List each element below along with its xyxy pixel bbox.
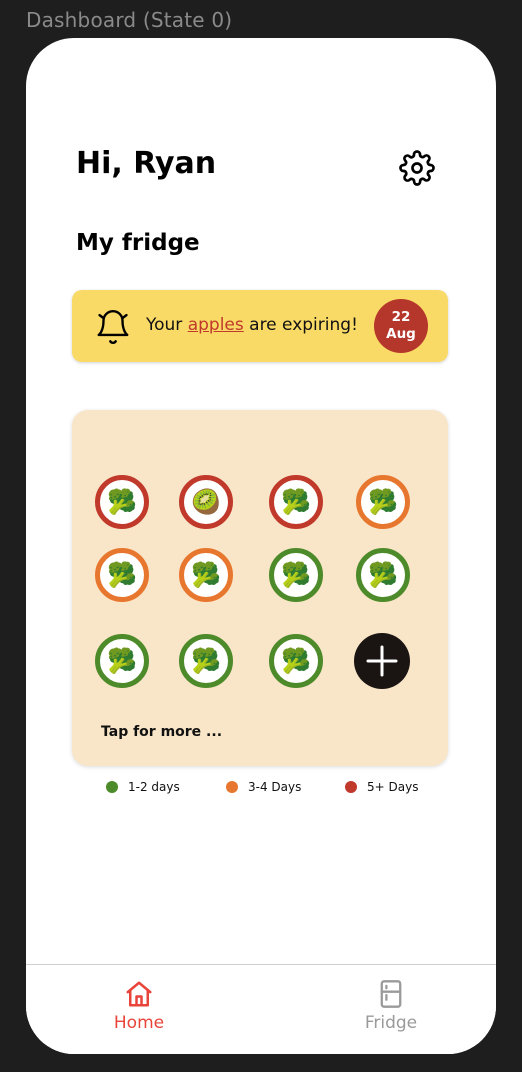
tab-fridge-label: Fridge	[364, 1013, 418, 1033]
date-day: 22	[391, 309, 411, 325]
alert-prefix: Your	[146, 315, 188, 335]
food-emoji: 🥦	[107, 488, 137, 516]
section-title: My fridge	[76, 230, 200, 256]
food-emoji: 🥦	[368, 488, 398, 516]
food-emoji: 🥦	[368, 561, 398, 589]
bottom-tab-bar: Home Fridge	[26, 964, 496, 1054]
bell-icon	[97, 309, 129, 344]
food-item[interactable]: 🥦	[269, 475, 323, 529]
home-icon	[126, 981, 152, 1007]
legend-dot	[345, 781, 357, 793]
greeting-title: Hi, Ryan	[76, 146, 217, 181]
food-emoji: 🥦	[191, 647, 221, 675]
food-emoji: 🥦	[281, 647, 311, 675]
alert-item-link[interactable]: apples	[188, 315, 244, 335]
food-item[interactable]: 🥦	[95, 475, 149, 529]
frame-label: Dashboard (State 0)	[26, 8, 233, 32]
food-item[interactable]: 🥦	[179, 634, 233, 688]
legend-dot	[226, 781, 238, 793]
tab-home[interactable]: Home	[79, 979, 199, 1033]
legend-item-1-2-days: 1-2 days	[106, 780, 180, 794]
legend: 1-2 days 3-4 Days 5+ Days	[26, 780, 496, 800]
fridge-card[interactable]: 🥦 🥝 🥦 🥦 🥦 🥦 🥦 🥦 🥦 🥦 🥦 Tap for more ...	[72, 410, 448, 766]
tab-home-label: Home	[113, 1013, 165, 1033]
date-badge: 22 Aug	[374, 299, 428, 353]
food-emoji: 🥦	[191, 561, 221, 589]
food-item[interactable]: 🥦	[179, 548, 233, 602]
tab-fridge[interactable]: Fridge	[331, 979, 451, 1033]
legend-item-5-plus-days: 5+ Days	[345, 780, 418, 794]
food-item[interactable]: 🥦	[95, 634, 149, 688]
food-item[interactable]: 🥦	[356, 548, 410, 602]
food-emoji: 🥦	[107, 561, 137, 589]
food-item[interactable]: 🥦	[95, 548, 149, 602]
date-month: Aug	[386, 326, 416, 342]
settings-button[interactable]	[397, 148, 437, 188]
legend-label: 3-4 Days	[248, 780, 302, 794]
gear-icon	[399, 150, 435, 186]
food-emoji: 🥦	[281, 488, 311, 516]
tap-for-more-link[interactable]: Tap for more ...	[101, 724, 222, 740]
plus-icon	[366, 645, 398, 677]
legend-dot	[106, 781, 118, 793]
legend-item-3-4-days: 3-4 Days	[226, 780, 301, 794]
food-item[interactable]: 🥦	[269, 634, 323, 688]
food-emoji: 🥦	[107, 647, 137, 675]
phone-screen: Hi, Ryan My fridge Your apples are expir…	[26, 38, 496, 1054]
fridge-icon	[380, 980, 402, 1008]
expiry-alert[interactable]: Your apples are expiring! 22 Aug	[72, 290, 448, 362]
alert-suffix: are expiring!	[243, 315, 358, 335]
legend-label: 1-2 days	[128, 780, 180, 794]
food-emoji: 🥦	[281, 561, 311, 589]
alert-message: Your apples are expiring!	[146, 315, 358, 335]
food-item[interactable]: 🥦	[269, 548, 323, 602]
food-item[interactable]: 🥦	[356, 475, 410, 529]
food-emoji: 🥝	[191, 488, 221, 516]
add-item-button[interactable]	[354, 633, 410, 689]
legend-label: 5+ Days	[367, 780, 419, 794]
food-item[interactable]: 🥝	[179, 475, 233, 529]
